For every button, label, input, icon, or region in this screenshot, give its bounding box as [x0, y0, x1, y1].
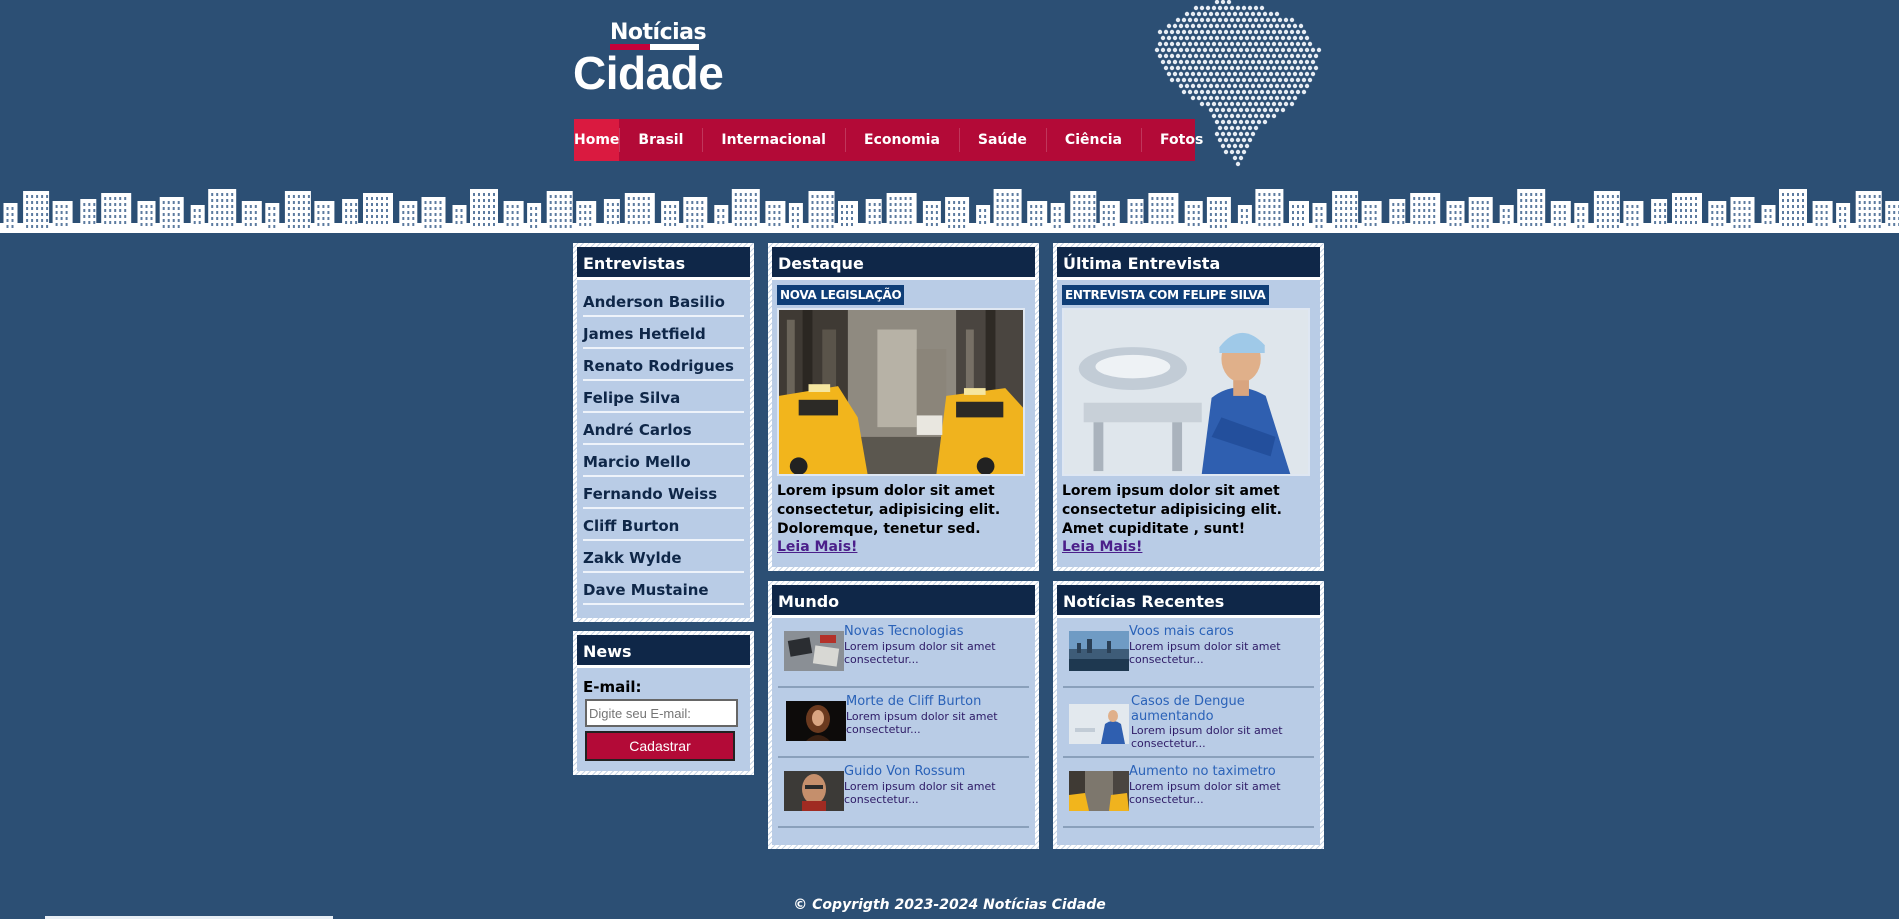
city-skyline-banner: [0, 189, 1899, 233]
recentes-item-desc: Lorem ipsum dolor sit amet consectetur..…: [1131, 724, 1283, 750]
mundo-item-title[interactable]: Guido Von Rossum: [844, 764, 1014, 779]
taxi-thumbnail[interactable]: [1069, 771, 1129, 811]
mundo-item-title[interactable]: Novas Tecnologias: [844, 624, 1014, 639]
mundo-item-desc: Lorem ipsum dolor sit amet consectetur..…: [846, 710, 998, 736]
destaque-panel: Destaque NOVA LEGISLAÇÃO Lorem ipsum dol…: [768, 243, 1039, 571]
recentes-item-desc: Lorem ipsum dolor sit amet consectetur..…: [1129, 780, 1281, 806]
nav-brasil[interactable]: Brasil: [619, 119, 702, 161]
ultima-entrevista-panel: Última Entrevista ENTREVISTA COM FELIPE …: [1053, 243, 1324, 571]
doctor-thumbnail[interactable]: [1069, 704, 1129, 744]
entrevistas-panel: Entrevistas Anderson Basilio James Hetfi…: [573, 243, 754, 622]
recentes-item-desc: Lorem ipsum dolor sit amet consectetur..…: [1129, 640, 1281, 666]
mundo-panel: Mundo Novas Tecnologias Lorem ipsum dolo…: [768, 581, 1039, 849]
interview-link[interactable]: André Carlos: [583, 413, 744, 445]
recentes-item-title[interactable]: Voos mais caros: [1129, 624, 1299, 639]
interview-link[interactable]: Cliff Burton: [583, 509, 744, 541]
entrevistas-title: Entrevistas: [577, 247, 750, 280]
nav-fotos[interactable]: Fotos: [1141, 119, 1222, 161]
mundo-title: Mundo: [772, 585, 1035, 618]
taxi-street-photo[interactable]: [777, 308, 1025, 476]
interview-link[interactable]: Felipe Silva: [583, 381, 744, 413]
destaque-text: Lorem ipsum dolor sit amet consectetur, …: [777, 483, 1001, 537]
interview-link[interactable]: Fernando Weiss: [583, 477, 744, 509]
list-item[interactable]: Morte de Cliff Burton Lorem ipsum dolor …: [778, 688, 1029, 758]
list-item[interactable]: Aumento no taximetro Lorem ipsum dolor s…: [1063, 758, 1314, 828]
recentes-item-title[interactable]: Aumento no taximetro: [1129, 764, 1299, 779]
ultima-entrevista-text: Lorem ipsum dolor sit amet consectetur a…: [1062, 483, 1282, 537]
newsletter-panel: News E-mail: Cadastrar: [573, 631, 754, 775]
logo-top-text: Notícias: [610, 20, 707, 45]
ultima-entrevista-read-more-link[interactable]: Leia Mais!: [1062, 539, 1320, 555]
list-item[interactable]: Novas Tecnologias Lorem ipsum dolor sit …: [778, 618, 1029, 688]
nav-ciencia[interactable]: Ciência: [1045, 119, 1141, 161]
nav-internacional[interactable]: Internacional: [702, 119, 845, 161]
destaque-tag: NOVA LEGISLAÇÃO: [777, 285, 905, 305]
mundo-item-desc: Lorem ipsum dolor sit amet consectetur..…: [844, 640, 996, 666]
main-nav: Home Brasil Internacional Economia Saúde…: [574, 119, 1203, 161]
interview-link[interactable]: Dave Mustaine: [583, 573, 744, 605]
destaque-read-more-link[interactable]: Leia Mais!: [777, 539, 1035, 555]
interview-link[interactable]: James Hetfield: [583, 317, 744, 349]
mundo-item-desc: Lorem ipsum dolor sit amet consectetur..…: [844, 780, 996, 806]
site-logo[interactable]: Notícias Cidade: [573, 20, 733, 99]
list-item[interactable]: Guido Von Rossum Lorem ipsum dolor sit a…: [778, 758, 1029, 828]
nav-saude[interactable]: Saúde: [958, 119, 1046, 161]
guido-thumbnail[interactable]: [784, 771, 844, 811]
destaque-title: Destaque: [772, 247, 1035, 280]
email-label: E-mail:: [583, 678, 642, 696]
footer-copyright: © Copyrigth 2023-2024 Notícias Cidade: [793, 897, 1106, 913]
newsletter-title: News: [577, 635, 750, 668]
logo-main-text: Cidade: [573, 47, 724, 99]
cliff-burton-thumbnail[interactable]: [786, 701, 846, 741]
city-skyline-thumbnail[interactable]: [1069, 631, 1129, 671]
interview-link[interactable]: Zakk Wylde: [583, 541, 744, 573]
subscribe-button[interactable]: Cadastrar: [585, 731, 735, 761]
ultima-entrevista-tag: ENTREVISTA COM FELIPE SILVA: [1062, 285, 1269, 305]
email-input[interactable]: [585, 699, 738, 727]
mundo-item-title[interactable]: Morte de Cliff Burton: [846, 694, 1016, 709]
noticias-recentes-title: Notícias Recentes: [1057, 585, 1320, 618]
interview-link[interactable]: Renato Rodrigues: [583, 349, 744, 381]
list-item[interactable]: Casos de Dengue aumentando Lorem ipsum d…: [1063, 688, 1314, 758]
nav-home[interactable]: Home: [574, 119, 620, 161]
doctor-photo[interactable]: [1062, 308, 1310, 476]
ultima-entrevista-title: Última Entrevista: [1057, 247, 1320, 280]
list-item[interactable]: Voos mais caros Lorem ipsum dolor sit am…: [1063, 618, 1314, 688]
recentes-item-title[interactable]: Casos de Dengue aumentando: [1131, 694, 1301, 724]
interview-link[interactable]: Marcio Mello: [583, 445, 744, 477]
tech-desk-thumbnail[interactable]: [784, 631, 844, 671]
interview-link[interactable]: Anderson Basilio: [583, 285, 744, 317]
noticias-recentes-panel: Notícias Recentes Voos mais caros Lorem …: [1053, 581, 1324, 849]
nav-economia[interactable]: Economia: [845, 119, 959, 161]
